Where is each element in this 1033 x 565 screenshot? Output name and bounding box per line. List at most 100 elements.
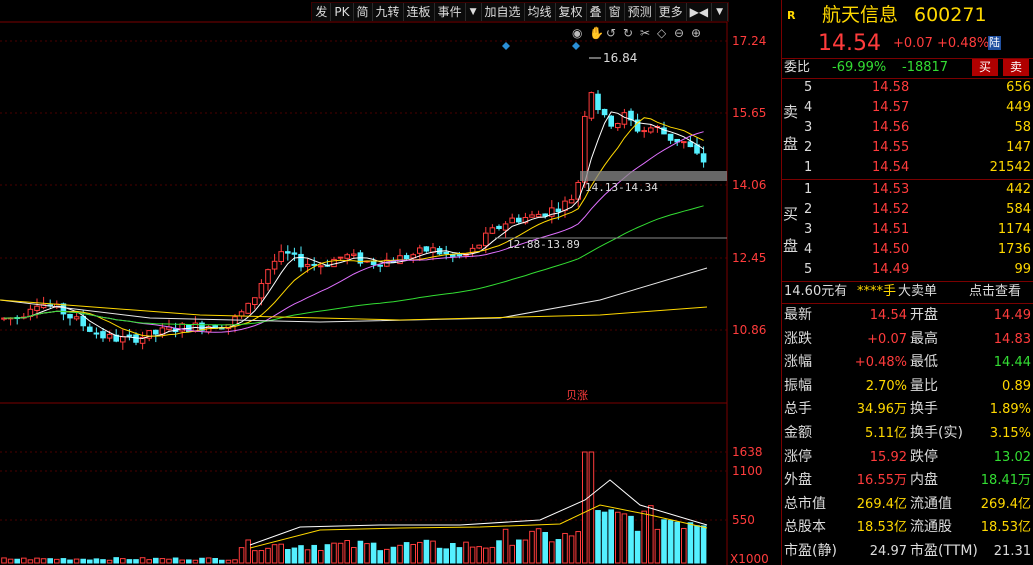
chart-tool-icon[interactable]: ↺ [606,26,616,40]
volume-bar [608,509,615,564]
ask-row[interactable]: 3 14.56 58 [782,118,1033,138]
bid-level: 1 [804,182,813,197]
volume-bar [483,547,489,564]
volume-unit-label: X1000 [730,552,769,565]
ma-long-line [0,267,708,323]
stat-value-left: 2.70% [865,378,907,394]
bid-volume: 584 [1006,202,1031,217]
volume-bar [34,557,40,564]
volume-bar [397,544,403,564]
bid-level: 4 [804,242,813,257]
toolbar-button[interactable]: 预测 [625,3,656,21]
toolbar-button[interactable]: 均线 [525,3,556,21]
bid-row[interactable]: 3 14.51 1174 [782,220,1033,240]
candle-body [34,305,40,311]
volume-bar [172,557,179,564]
volume-bar [601,511,608,564]
big-order-stars: ****手 [857,284,897,299]
high-price-label: 16.84 [603,51,637,65]
ask-row[interactable]: 5 14.58 656 [782,78,1033,98]
bid-price: 14.52 [872,202,910,217]
volume-bar [67,559,73,564]
kline-chart[interactable]: 17.24 15.65 14.06 12.45 10.86 1638 1100 550 X100… [0,0,781,565]
bid-price: 14.49 [872,262,910,277]
volume-bar [562,532,568,564]
stat-row: 振幅 2.70% 量比 0.89 [782,375,1033,398]
stat-label-left: 市盈(静) [784,543,837,559]
toolbar-button[interactable]: 加自选 [482,3,525,21]
volume-bar [410,543,416,564]
toolbar-button[interactable]: PK [331,3,354,21]
bid-row[interactable]: 5 14.49 99 [782,260,1033,280]
ask-row[interactable]: 2 14.55 147 [782,138,1033,158]
stat-value-right: 0.89 [1002,378,1031,394]
volume-bar [357,540,364,564]
toolbar-button[interactable]: 叠 [587,3,606,21]
volume-bar [529,530,535,564]
candle-body [311,263,317,266]
chart-tool-icon[interactable]: ⊖ [674,26,684,40]
chart-tool-icon[interactable]: ↻ [623,26,633,40]
r-badge: R [787,9,796,22]
bid-side-label: 买盘 [783,198,798,262]
ask-side-label: 卖盘 [783,96,798,160]
volume-bar [265,547,271,564]
candle-body [509,217,515,224]
bid-row[interactable]: 1 14.53 442 [782,180,1033,200]
toolbar-button[interactable]: 连板 [404,3,435,21]
bid-row[interactable]: 2 14.52 584 [782,200,1033,220]
ask-row[interactable]: 4 14.57 449 [782,98,1033,118]
ask-price: 14.57 [872,100,910,115]
candle-body [443,251,449,255]
toolbar-button[interactable]: 复权 [556,3,587,21]
toolbar-button[interactable]: 发 [312,3,332,21]
volume-bar [377,550,383,564]
buy-button[interactable]: 买 [972,59,998,76]
toolbar-button[interactable]: ▼ [712,3,728,21]
volume-bar [179,559,185,564]
big-order-row: 14.60元有 ****手 大卖单 点击查看 [782,282,1033,302]
candle-body [542,213,549,217]
volume-tick-label: 550 [732,513,755,527]
volume-bar [582,451,588,564]
candle-body [489,227,496,234]
ask-volume: 449 [1006,100,1031,115]
stat-value-left: 5.11亿 [865,426,907,441]
ask-row[interactable]: 1 14.54 21542 [782,158,1033,178]
big-order-link[interactable]: 点击查看 [969,282,1021,302]
chart-tool-icon[interactable]: ⊕ [691,26,701,40]
toolbar-button[interactable]: 事件 [435,3,466,21]
bid-level: 3 [804,222,813,237]
chart-tool-icon[interactable]: ◉ [572,26,582,40]
zone-lower-label: 12.88-13.89 [507,238,580,251]
chart-tool-icon[interactable]: ✋ [589,26,604,40]
chart-tool-icon[interactable]: ✂ [640,26,650,40]
candle-body [681,141,687,144]
toolbar-button[interactable]: 窗 [606,3,625,21]
stat-value-right: 14.83 [993,331,1031,347]
volume-bar [219,559,225,564]
toolbar-button[interactable]: ▶◀ [687,3,713,21]
chart-tool-icon[interactable]: ◇ [657,26,667,40]
volume-bar [654,528,661,564]
ask-level: 5 [804,80,813,95]
candle-body [67,313,73,319]
stat-value-right: 269.4亿 [980,496,1031,512]
sell-button[interactable]: 卖 [1003,59,1029,76]
toolbar-button[interactable]: ▼ [466,3,482,21]
bid-level: 5 [804,262,813,277]
volume-bar [502,528,509,564]
volume-bar [549,541,555,564]
volume-bar [87,559,93,564]
toolbar-button[interactable]: 简 [354,3,373,21]
toolbar-button[interactable]: 九转 [373,3,404,21]
candle-body [133,334,139,343]
price-tick-label: 15.65 [732,106,766,120]
candle-body [238,311,245,317]
toolbar-button[interactable]: 更多 [656,3,687,21]
kline-chart-area[interactable]: 17.24 15.65 14.06 12.45 10.86 1638 1100 550 X100… [0,0,781,565]
volume-bar [311,544,317,564]
volume-bar [80,558,87,564]
bid-row[interactable]: 4 14.50 1736 [782,240,1033,260]
candle-body [516,217,522,223]
